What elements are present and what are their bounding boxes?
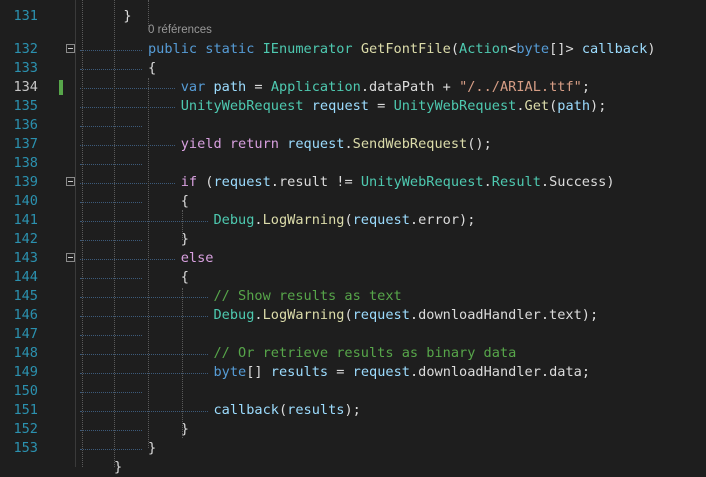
line-number: 133 — [13, 60, 38, 76]
code-editor[interactable]: 0 références 131} 132 public static IEnume… — [0, 0, 706, 475]
code-text: public static IEnumerator GetFontFile(Ac… — [148, 41, 656, 57]
code-line[interactable]: 144 { — [0, 268, 706, 287]
line-number: 150 — [13, 383, 38, 399]
line-number: 143 — [13, 250, 38, 266]
code-text: yield return request.SendWebRequest(); — [180, 136, 492, 152]
indent-guide — [148, 78, 149, 448]
indent-whitespace — [80, 164, 142, 165]
line-number: 146 — [13, 307, 38, 323]
code-text: UnityWebRequest request = UnityWebReques… — [180, 98, 607, 114]
code-line[interactable]: 136 — [0, 116, 706, 135]
code-line[interactable]: 143 else — [0, 249, 706, 268]
indent-whitespace — [80, 126, 142, 127]
code-line[interactable]: 131} — [0, 7, 706, 26]
collapse-icon[interactable] — [66, 253, 75, 262]
indent-whitespace — [80, 449, 142, 450]
code-line[interactable]: 135 UnityWebRequest request = UnityWebRe… — [0, 97, 706, 116]
code-line[interactable]: 150 — [0, 382, 706, 401]
code-text: // Show results as text — [213, 288, 402, 304]
code-line[interactable]: 151 callback(results); — [0, 401, 706, 420]
code-text: // Or retrieve results as binary data — [213, 345, 517, 361]
change-marker — [59, 80, 63, 95]
line-number: 148 — [13, 345, 38, 361]
code-line[interactable]: 134 var path = Application.dataPath + "/… — [0, 78, 706, 97]
code-text: if (request.result != UnityWebRequest.Re… — [180, 174, 615, 190]
code-text: else — [180, 250, 214, 266]
code-line[interactable]: 149 byte[] results = request.downloadHan… — [0, 363, 706, 382]
code-line[interactable]: 148 // Or retrieve results as binary dat… — [0, 344, 706, 363]
line-number: 147 — [13, 326, 38, 342]
code-text: var path = Application.dataPath + "/../A… — [180, 79, 591, 95]
line-number: 132 — [13, 41, 38, 57]
indent-whitespace — [80, 430, 142, 431]
line-number: 144 — [13, 269, 38, 285]
indent-guide — [182, 210, 183, 240]
indent-whitespace — [80, 278, 142, 279]
indent-guide — [114, 0, 115, 467]
line-number: 149 — [13, 364, 38, 380]
collapse-icon[interactable] — [66, 177, 75, 186]
code-line[interactable]: 133 { — [0, 59, 706, 78]
indent-guide — [182, 288, 183, 438]
line-number: 134 — [13, 79, 38, 95]
line-number: 152 — [13, 421, 38, 437]
code-text: Debug.LogWarning(request.downloadHandler… — [213, 307, 599, 323]
line-number: 139 — [13, 174, 38, 190]
code-line[interactable]: 145 // Show results as text — [0, 287, 706, 306]
code-line[interactable]: 142 } — [0, 230, 706, 249]
indent-whitespace — [80, 69, 142, 70]
line-number: 138 — [13, 155, 38, 171]
code-text: } — [148, 440, 157, 456]
line-number: 137 — [13, 136, 38, 152]
code-text: callback(results); — [213, 402, 361, 418]
code-line[interactable]: 152 } — [0, 420, 706, 439]
line-number: 141 — [13, 212, 38, 228]
indent-guide — [82, 0, 83, 467]
code-text: byte[] results = request.downloadHandler… — [213, 364, 591, 380]
indent-whitespace — [80, 202, 142, 203]
indent-guide — [148, 0, 149, 30]
line-number: 131 — [13, 8, 38, 24]
code-text: Debug.LogWarning(request.error); — [213, 212, 476, 228]
code-line[interactable]: 141 Debug.LogWarning(request.error); — [0, 211, 706, 230]
line-number: 142 — [13, 231, 38, 247]
code-line[interactable]: 153} — [0, 439, 706, 458]
line-number: 136 — [13, 117, 38, 133]
code-line[interactable]: 146 Debug.LogWarning(request.downloadHan… — [0, 306, 706, 325]
line-number: 140 — [13, 193, 38, 209]
code-line[interactable]: 132 public static IEnumerator GetFontFile… — [0, 40, 706, 59]
code-text: { — [148, 269, 189, 285]
indent-whitespace — [80, 392, 142, 393]
code-line[interactable]: 139 if (request.result != UnityWebReques… — [0, 173, 706, 192]
trailing-brace: } — [114, 459, 123, 475]
code-text: } — [123, 8, 132, 24]
line-number: 151 — [13, 402, 38, 418]
line-number: 145 — [13, 288, 38, 304]
code-line[interactable]: 140 { — [0, 192, 706, 211]
indent-whitespace — [80, 240, 142, 241]
line-number: 153 — [13, 440, 38, 456]
code-text: { — [148, 193, 189, 209]
collapse-icon[interactable] — [66, 44, 75, 53]
code-line[interactable]: 137 yield return request.SendWebRequest(… — [0, 135, 706, 154]
indent-whitespace — [80, 335, 142, 336]
code-text: { — [148, 60, 157, 76]
indent-whitespace — [80, 50, 142, 51]
code-line[interactable]: 147 — [0, 325, 706, 344]
line-number: 135 — [13, 98, 38, 114]
code-line[interactable]: 138 — [0, 154, 706, 173]
